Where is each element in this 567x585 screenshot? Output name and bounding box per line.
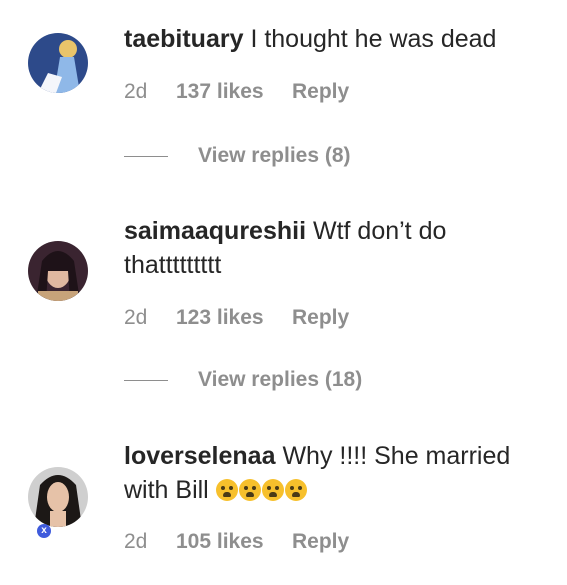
comment-username[interactable]: saimaaqureshii: [124, 217, 306, 245]
disappointed-face-emoji-icon: [215, 479, 238, 501]
comment-meta: 2d 123 likes Reply: [124, 306, 349, 330]
reply-button[interactable]: Reply: [292, 530, 349, 554]
crying-face-emoji-icon: [261, 479, 284, 501]
comment-likes[interactable]: 105 likes: [176, 530, 292, 554]
view-replies-button[interactable]: View replies (8): [124, 144, 351, 168]
divider-line: [124, 155, 168, 157]
close-badge-icon[interactable]: x: [37, 524, 51, 538]
reply-button[interactable]: Reply: [292, 80, 349, 104]
view-replies-label: View replies (8): [198, 144, 351, 167]
view-replies-button[interactable]: View replies (18): [124, 368, 362, 392]
comment-time: 2d: [124, 530, 148, 553]
reply-button[interactable]: Reply: [292, 306, 349, 330]
comment-username[interactable]: taebituary: [124, 25, 243, 53]
comment-body: I thought he was dead: [250, 25, 497, 53]
comment-likes[interactable]: 123 likes: [176, 306, 292, 330]
comment-text: taebituary I thought he was dead: [124, 22, 539, 56]
avatar[interactable]: [28, 467, 88, 527]
fearful-face-emoji-icon: [238, 479, 261, 501]
avatar[interactable]: [28, 241, 88, 301]
comment-time: 2d: [124, 80, 148, 103]
comment-meta: 2d 137 likes Reply: [124, 80, 349, 104]
divider-line: [124, 379, 168, 381]
crying-face-emoji-icon: [284, 479, 307, 501]
comment-text: loverselenaa Why !!!! She married with B…: [124, 439, 539, 507]
view-replies-label: View replies (18): [198, 368, 363, 391]
comment-likes[interactable]: 137 likes: [176, 80, 292, 104]
comment-meta: 2d 105 likes Reply: [124, 530, 349, 554]
comment-username[interactable]: loverselenaa: [124, 442, 276, 470]
avatar[interactable]: [28, 33, 88, 93]
comment-time: 2d: [124, 306, 148, 329]
comment-text: saimaaqureshii Wtf don’t do thattttttttt: [124, 214, 539, 282]
